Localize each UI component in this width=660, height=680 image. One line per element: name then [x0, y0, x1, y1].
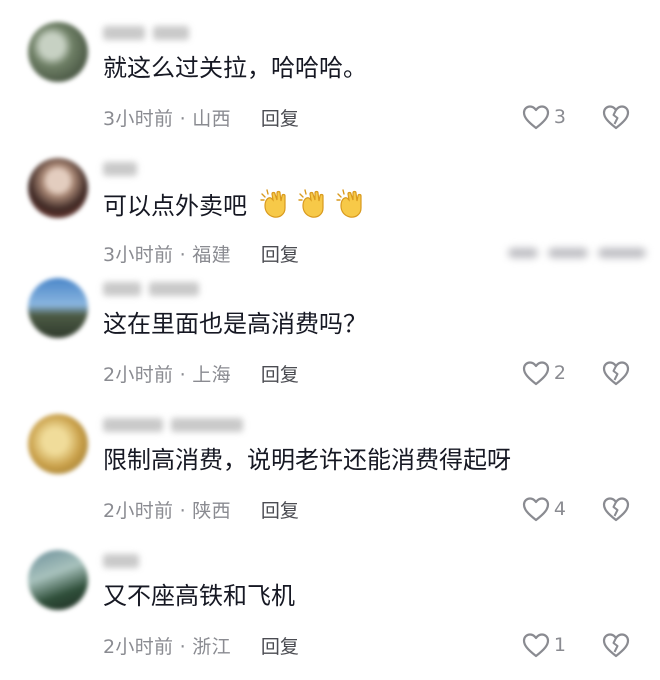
- comment-text: 又不座高铁和飞机: [103, 582, 295, 610]
- like-count: 4: [553, 498, 566, 520]
- like-count: 2: [553, 362, 566, 384]
- heart-outline-icon: [522, 632, 550, 658]
- heart-outline-icon: [522, 104, 550, 130]
- comment-list: 就这么过关拉，哈哈哈。 3小时前 · 山西 回复 3 可以点外卖吧 3小时前 ·…: [0, 0, 660, 680]
- avatar[interactable]: [28, 414, 88, 474]
- time-location: 2小时前 · 上海: [103, 363, 231, 386]
- like-button[interactable]: 2: [522, 360, 566, 386]
- username-blurred[interactable]: [103, 278, 199, 300]
- comment-item: 可以点外卖吧 3小时前 · 福建 回复: [0, 154, 660, 274]
- comment-text: 就这么过关拉，哈哈哈。: [103, 54, 367, 82]
- username-blurred[interactable]: [103, 22, 189, 44]
- broken-heart-icon[interactable]: [602, 360, 630, 386]
- reply-button[interactable]: 回复: [261, 240, 299, 267]
- like-count: 1: [553, 634, 566, 656]
- like-button[interactable]: 1: [522, 632, 566, 658]
- comment-meta: 2小时前 · 上海 回复: [103, 358, 299, 388]
- emoji-row: [259, 188, 367, 220]
- clapping-hands-icon: [297, 189, 324, 218]
- reply-button[interactable]: 回复: [261, 360, 299, 387]
- comment-actions: 2: [522, 358, 630, 388]
- comment-text-content: 可以点外卖吧: [103, 192, 247, 220]
- comment-text: 可以点外卖吧: [103, 188, 367, 222]
- comment-text: 这在里面也是高消费吗？: [103, 310, 367, 338]
- heart-outline-icon: [522, 360, 550, 386]
- username-blurred[interactable]: [103, 550, 139, 572]
- avatar[interactable]: [28, 550, 88, 610]
- comment-item: 限制高消费，说明老许还能消费得起呀 2小时前 · 陕西 回复 4: [0, 410, 660, 530]
- comment-actions: 4: [522, 494, 630, 524]
- comment-meta: 2小时前 · 浙江 回复: [103, 630, 299, 660]
- avatar[interactable]: [28, 278, 88, 338]
- heart-outline-icon: [522, 496, 550, 522]
- comment-meta: 3小时前 · 山西 回复: [103, 102, 299, 132]
- comment-actions-blurred[interactable]: [508, 242, 648, 264]
- username-blurred[interactable]: [103, 414, 243, 436]
- comment-meta: 3小时前 · 福建 回复: [103, 238, 299, 268]
- comment-actions: 3: [522, 102, 630, 132]
- time-location: 2小时前 · 浙江: [103, 635, 231, 658]
- comment-item: 就这么过关拉，哈哈哈。 3小时前 · 山西 回复 3: [0, 18, 660, 138]
- like-button[interactable]: 3: [522, 104, 566, 130]
- like-count: 3: [553, 106, 566, 128]
- broken-heart-icon[interactable]: [602, 496, 630, 522]
- comment-actions: 1: [522, 630, 630, 660]
- reply-button[interactable]: 回复: [261, 496, 299, 523]
- clapping-hands-icon: [259, 189, 286, 218]
- time-location: 3小时前 · 福建: [103, 243, 231, 266]
- reply-button[interactable]: 回复: [261, 104, 299, 131]
- time-location: 2小时前 · 陕西: [103, 499, 231, 522]
- broken-heart-icon[interactable]: [602, 632, 630, 658]
- comment-meta: 2小时前 · 陕西 回复: [103, 494, 299, 524]
- comment-item: 又不座高铁和飞机 2小时前 · 浙江 回复 1: [0, 546, 660, 666]
- reply-button[interactable]: 回复: [261, 632, 299, 659]
- time-location: 3小时前 · 山西: [103, 107, 231, 130]
- username-blurred[interactable]: [103, 158, 137, 180]
- clapping-hands-icon: [335, 189, 362, 218]
- comment-item: 这在里面也是高消费吗？ 2小时前 · 上海 回复 2: [0, 274, 660, 394]
- broken-heart-icon[interactable]: [602, 104, 630, 130]
- avatar[interactable]: [28, 158, 88, 218]
- like-button[interactable]: 4: [522, 496, 566, 522]
- avatar[interactable]: [28, 22, 88, 82]
- comment-text: 限制高消费，说明老许还能消费得起呀: [103, 446, 511, 474]
